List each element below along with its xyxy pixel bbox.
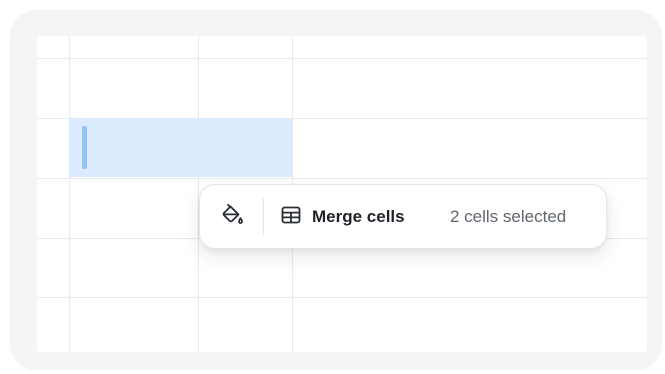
table-icon bbox=[280, 204, 302, 231]
fill-color-button[interactable] bbox=[214, 199, 250, 235]
toolbar-divider bbox=[263, 198, 264, 236]
cell-actions-toolbar: Merge cells 2 cells selected bbox=[199, 184, 607, 249]
grid-column-line bbox=[69, 36, 70, 352]
grid-row-line bbox=[37, 58, 647, 59]
selected-cells-range[interactable] bbox=[69, 118, 292, 177]
merge-cells-button[interactable]: Merge cells bbox=[280, 199, 405, 235]
selection-cursor-indicator bbox=[82, 126, 87, 169]
merge-cells-label: Merge cells bbox=[312, 207, 405, 226]
grid-row-line bbox=[37, 178, 647, 179]
paint-bucket-icon bbox=[220, 203, 244, 232]
grid-row-line bbox=[37, 297, 647, 298]
selection-count-status: 2 cells selected bbox=[450, 207, 567, 226]
